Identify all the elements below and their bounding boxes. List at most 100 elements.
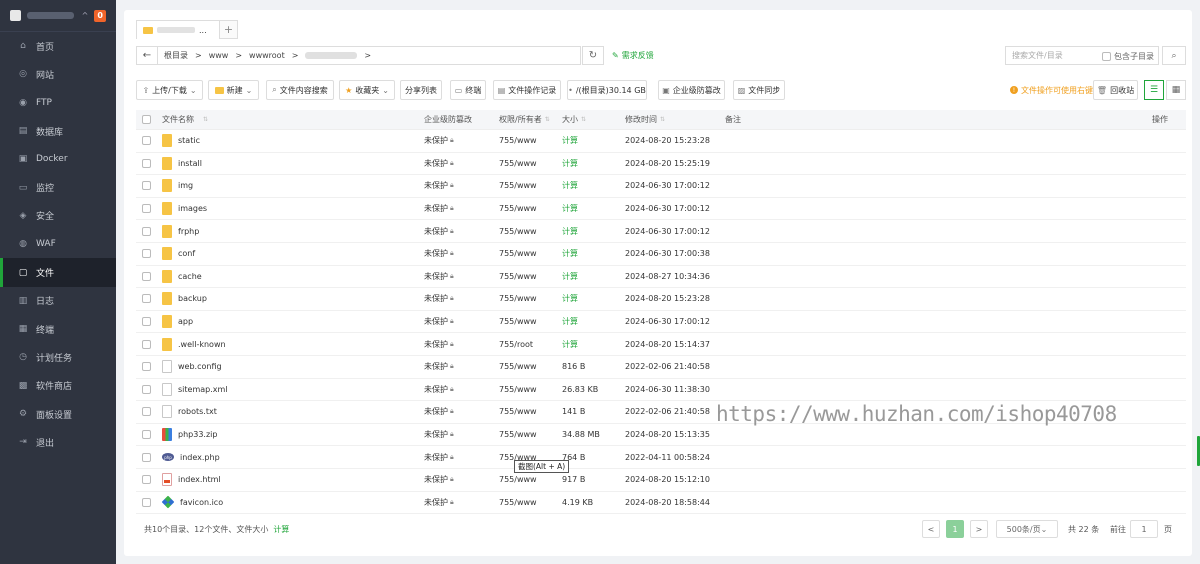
caret-up-icon[interactable]: ^ [82, 11, 89, 20]
table-row[interactable]: images 未保护 🔒︎ 755/www 计算 2024-06-30 17:00:12 [136, 198, 1186, 221]
file-name-cell[interactable]: web.config [162, 356, 222, 378]
protect-status[interactable]: 未保护 🔒︎ [424, 198, 454, 220]
file-name[interactable]: app [178, 317, 193, 326]
grid-view-icon[interactable]: ▦ [1166, 80, 1186, 100]
calc-total-link[interactable]: 计算 [273, 524, 289, 535]
recycle-bin-button[interactable]: 🗑 回收站 [1093, 80, 1138, 100]
table-row[interactable]: favicon.ico 未保护 🔒︎ 755/www 4.19 KB 2024-08-20… [136, 492, 1186, 515]
file-name[interactable]: conf [178, 249, 195, 258]
row-checkbox[interactable] [142, 356, 151, 378]
row-checkbox[interactable] [142, 333, 151, 355]
file-name-cell[interactable]: robots.txt [162, 401, 217, 423]
file-name[interactable]: favicon.ico [180, 498, 223, 507]
row-checkbox[interactable] [142, 243, 151, 265]
protect-status[interactable]: 未保护 🔒︎ [424, 311, 454, 333]
column-name[interactable]: 文件名称 ⇅ [162, 110, 208, 129]
protect-status[interactable]: 未保护 🔒︎ [424, 266, 454, 288]
permission-owner[interactable]: 755/www [499, 311, 537, 333]
protect-status[interactable]: 未保护 🔒︎ [424, 333, 454, 355]
table-row[interactable]: conf 未保护 🔒︎ 755/www 计算 2024-06-30 17:00:38 [136, 243, 1186, 266]
file-name-cell[interactable]: img [162, 175, 193, 197]
current-page-button[interactable]: 1 [946, 520, 964, 538]
file-size[interactable]: 计算 [562, 311, 578, 333]
table-row[interactable]: php33.zip 未保护 🔒︎ 755/www 34.88 MB 2024-08-20 … [136, 424, 1186, 447]
operation-log-button[interactable]: ▤ 文件操作记录 [493, 80, 561, 100]
file-name[interactable]: backup [178, 294, 207, 303]
row-checkbox[interactable] [142, 130, 151, 152]
page-size-select[interactable]: 500条/页 ⌄ [996, 520, 1058, 538]
protect-status[interactable]: 未保护 🔒︎ [424, 424, 454, 446]
table-row[interactable]: web.config 未保护 🔒︎ 755/www 816 B 2022-02-06 21… [136, 356, 1186, 379]
row-checkbox[interactable] [142, 175, 151, 197]
sidebar-item-shield[interactable]: ◈ 安全 [0, 202, 116, 230]
permission-owner[interactable]: 755/root [499, 333, 533, 355]
breadcrumb-root[interactable]: 根目录 [164, 50, 188, 61]
permission-owner[interactable]: 755/www [499, 130, 537, 152]
file-name[interactable]: cache [178, 272, 202, 281]
permission-owner[interactable]: 755/www [499, 424, 537, 446]
row-checkbox[interactable] [142, 424, 151, 446]
feedback-link[interactable]: ✎ 需求反馈 [612, 46, 654, 65]
column-perm[interactable]: 权限/所有者 ⇅ [499, 110, 550, 129]
add-tab-button[interactable]: + [220, 20, 238, 39]
new-button[interactable]: 新建 ⌄ [208, 80, 259, 100]
table-row[interactable]: php index.php 未保护 🔒︎ 755/www 764 B 2022-04-11 … [136, 446, 1186, 469]
table-row[interactable]: static 未保护 🔒︎ 755/www 计算 2024-08-20 15:23:28 [136, 130, 1186, 153]
sidebar-item-ftp[interactable]: ◉ FTP [0, 89, 116, 117]
file-name[interactable]: frphp [178, 227, 199, 236]
goto-page-input[interactable]: 1 [1130, 520, 1158, 538]
row-checkbox[interactable] [142, 153, 151, 175]
file-size[interactable]: 计算 [562, 243, 578, 265]
breadcrumb-www[interactable]: www [209, 51, 229, 60]
table-row[interactable]: img 未保护 🔒︎ 755/www 计算 2024-06-30 17:00:12 [136, 175, 1186, 198]
permission-owner[interactable]: 755/www [499, 153, 537, 175]
file-name[interactable]: static [178, 136, 200, 145]
row-checkbox[interactable] [142, 220, 151, 242]
protect-status[interactable]: 未保护 🔒︎ [424, 130, 454, 152]
permission-owner[interactable]: 755/www [499, 198, 537, 220]
sidebar-item-folder[interactable]: ▢ 文件 [0, 258, 116, 287]
sidebar-item-globe[interactable]: ◎ 网站 [0, 60, 116, 88]
file-name-cell[interactable]: install [162, 153, 202, 175]
protect-status[interactable]: 未保护 🔒︎ [424, 492, 454, 514]
permission-owner[interactable]: 755/www [499, 243, 537, 265]
permission-owner[interactable]: 755/www [499, 266, 537, 288]
file-name-cell[interactable]: images [162, 198, 207, 220]
file-sync-button[interactable]: ▨ 文件同步 [733, 80, 785, 100]
file-name[interactable]: index.html [178, 475, 221, 484]
file-name-cell[interactable]: sitemap.xml [162, 379, 228, 401]
file-size[interactable]: 计算 [562, 130, 578, 152]
include-subdir-toggle[interactable]: 包含子目录 [1102, 51, 1154, 62]
table-row[interactable]: install 未保护 🔒︎ 755/www 计算 2024-08-20 15:25:19 [136, 153, 1186, 176]
sidebar-item-database[interactable]: ▤ 数据库 [0, 117, 116, 145]
file-name-cell[interactable]: php index.php [162, 446, 220, 468]
protect-status[interactable]: 未保护 🔒︎ [424, 469, 454, 491]
sidebar-item-terminal[interactable]: ▦ 终端 [0, 315, 116, 343]
permission-owner[interactable]: 755/www [499, 288, 537, 310]
row-checkbox[interactable] [142, 492, 151, 514]
file-size[interactable]: 计算 [562, 153, 578, 175]
row-checkbox[interactable] [142, 401, 151, 423]
row-checkbox[interactable] [142, 379, 151, 401]
permission-owner[interactable]: 755/www [499, 175, 537, 197]
table-row[interactable]: index.html 未保护 🔒︎ 755/www 917 B 2024-08-20 15… [136, 469, 1186, 492]
breadcrumb-wwwroot[interactable]: wwwroot [249, 51, 285, 60]
file-name-cell[interactable]: php33.zip [162, 424, 217, 446]
protect-status[interactable]: 未保护 🔒︎ [424, 220, 454, 242]
file-name[interactable]: web.config [178, 362, 222, 371]
permission-owner[interactable]: 755/www [499, 220, 537, 242]
notification-badge[interactable]: 0 [94, 9, 106, 22]
file-name-cell[interactable]: favicon.ico [161, 492, 223, 514]
permission-owner[interactable]: 755/www [499, 492, 537, 514]
next-page-button[interactable]: > [970, 520, 988, 538]
file-name[interactable]: images [178, 204, 207, 213]
tab-current-dir[interactable]: ... [136, 20, 220, 39]
file-name-cell[interactable]: index.html [162, 469, 221, 491]
search-input[interactable]: 搜索文件/目录 包含子目录 [1005, 46, 1159, 65]
file-size[interactable]: 计算 [562, 266, 578, 288]
file-name-cell[interactable]: .well-known [162, 333, 226, 355]
sidebar-item-home[interactable]: ⌂ 首页 [0, 32, 116, 60]
file-name-cell[interactable]: frphp [162, 220, 199, 242]
sidebar-item-log[interactable]: ▥ 日志 [0, 287, 116, 315]
row-checkbox[interactable] [142, 311, 151, 333]
